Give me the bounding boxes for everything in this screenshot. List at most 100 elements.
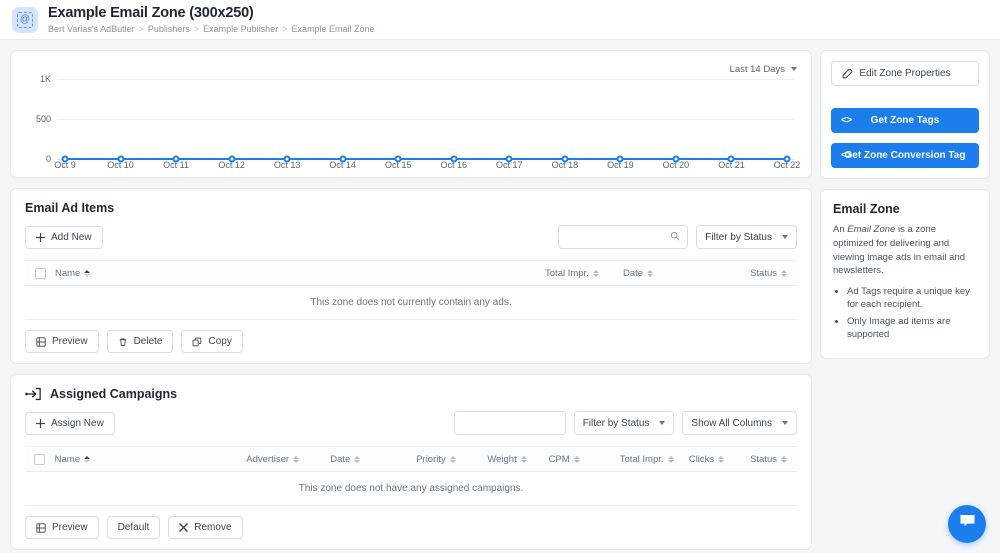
trash-icon [118,337,128,347]
chart-x-tick-label: Oct 11 [163,160,189,170]
campaigns-table-header: Name Advertiser Date Priority Weight CPM… [25,446,797,472]
default-campaign-button[interactable]: Default [106,516,161,539]
column-header-date[interactable]: Date [623,268,733,279]
chart-x-tick-label: Oct 22 [773,160,801,170]
column-header-advertiser-label: Advertiser [246,453,290,465]
zone-info-text: An Email Zone is a zone optimized for de… [833,223,977,278]
email-ad-items-section: Email Ad Items Add New Filter by Status … [10,188,812,364]
chart-gridline [57,119,795,120]
copy-ad-item-button[interactable]: Copy [181,330,243,353]
chart-x-tick-label: Oct 19 [607,160,634,170]
assigned-campaigns-title-label: Assigned Campaigns [50,387,178,401]
preview-ad-item-button[interactable]: Preview [25,330,99,353]
remove-campaign-button[interactable]: Remove [168,516,243,539]
get-zone-tags-button[interactable]: <> Get Zone Tags [831,108,979,133]
breadcrumb-separator: > [138,24,144,35]
ad-items-status-filter-label: Filter by Status [705,231,772,243]
column-header-name[interactable]: Name [55,268,545,279]
column-header-status-label: Status [750,453,778,465]
code-brackets-icon: <> [841,150,852,161]
ad-items-search-box[interactable] [558,225,689,249]
ad-items-status-filter[interactable]: Filter by Status [696,225,797,249]
assign-new-campaign-button[interactable]: Assign New [25,411,115,435]
sort-arrows-icon [781,269,787,277]
sort-arrows-icon [573,455,580,463]
column-header-name-label: Name [55,267,81,279]
sort-arrows-icon [781,455,788,463]
search-icon [670,228,680,246]
chart-x-tick-label: Oct 20 [662,160,690,170]
column-header-priority[interactable]: Priority [416,454,487,465]
page-body: Last 14 Days 0 500 1K Oct 9 Oct 10 Oct 11 Oct… [0,40,1000,553]
zone-info-bullets: Ad Tags require a unique key for each re… [847,285,977,341]
header-text-block: Example Email Zone (300x250) Bert Varias… [48,5,375,35]
column-header-total-impr-label: Total Impr. [619,453,664,465]
ad-items-search-input[interactable] [559,226,688,248]
sort-arrows-icon [354,455,361,463]
breadcrumb: Bert Varias's AdButler > Publishers > Ex… [48,24,375,34]
preview-ad-item-label: Preview [52,336,88,347]
remove-campaign-label: Remove [194,522,232,533]
campaigns-select-all-checkbox[interactable] [34,453,46,465]
zone-info-title: Email Zone [833,202,900,216]
preview-campaign-button[interactable]: Preview [25,516,99,539]
column-header-date-label: Date [623,267,644,279]
assign-arrow-icon [25,387,42,401]
chart-y-tick-label: 1K [39,74,51,84]
get-zone-conversion-tag-label: Get Zone Conversion Tag [844,150,966,161]
column-header-status-label: Status [750,267,777,279]
column-header-clicks[interactable]: Clicks [689,454,750,465]
breadcrumb-item-account[interactable]: Bert Varias's AdButler [48,24,135,34]
column-header-total-impr[interactable]: Total Impr. [545,268,623,279]
breadcrumb-item-publishers[interactable]: Publishers [148,24,190,34]
date-range-select[interactable]: Last 14 Days [728,61,799,77]
campaigns-status-filter[interactable]: Filter by Status [573,411,675,435]
column-header-status[interactable]: Status [750,454,797,465]
campaigns-search-box[interactable] [453,411,566,435]
chart-x-axis: Oct 9 Oct 10 Oct 11 Oct 12 Oct 13 Oct 14 Oct 1… [54,160,800,174]
get-zone-tags-label: Get Zone Tags [870,115,940,126]
chevron-down-icon [782,421,788,425]
add-new-ad-item-button[interactable]: Add New [25,225,103,249]
chat-bubble-icon [958,512,977,536]
column-header-name[interactable]: Name [55,454,247,465]
breadcrumb-separator: > [193,24,200,35]
chart-x-tick-label: Oct 15 [384,160,412,170]
chart-x-tick-label: Oct 16 [440,160,468,170]
chat-bubble-button[interactable] [948,505,986,543]
chart-gridline [57,79,795,80]
column-header-cpm[interactable]: CPM [549,454,620,465]
close-x-icon [179,523,189,532]
column-header-name-label: Name [54,453,80,465]
sort-arrows-icon [84,269,91,277]
column-header-status[interactable]: Status [733,268,797,279]
column-header-date[interactable]: Date [330,454,416,465]
campaigns-status-filter-label: Filter by Status [582,417,650,429]
delete-ad-item-button[interactable]: Delete [106,330,174,353]
column-header-weight-label: Weight [487,453,517,465]
chart-x-tick-label: Oct 12 [218,160,245,170]
get-zone-conversion-tag-button[interactable]: <> Get Zone Conversion Tag [831,143,979,168]
edit-zone-properties-button[interactable]: Edit Zone Properties [831,61,979,86]
ad-items-controls: Add New Filter by Status [25,225,797,249]
plus-icon [36,232,45,242]
column-header-advertiser[interactable]: Advertiser [246,454,330,465]
edit-pencil-icon [842,68,853,79]
sidebar-column: Edit Zone Properties <> Get Zone Tags <>… [820,50,990,543]
default-campaign-label: Default [117,522,150,533]
list-item: Ad Tags require a unique key for each re… [847,285,977,312]
campaigns-search-input[interactable] [454,412,565,434]
email-zone-icon-glyph: @ [17,11,33,28]
column-header-total-impr[interactable]: Total Impr. [620,454,689,465]
breadcrumb-item-publisher[interactable]: Example Publisher [203,24,278,34]
preview-icon [36,336,46,347]
campaigns-columns-filter[interactable]: Show All Columns [682,411,797,435]
column-header-weight[interactable]: Weight [487,454,548,465]
ad-items-select-all-checkbox[interactable] [34,267,46,279]
copy-icon [192,337,202,347]
campaigns-footer-buttons: Preview Default Remove [25,506,797,539]
page-title: Example Email Zone (300x250) [48,4,254,21]
chart-x-tick-label: Oct 21 [718,160,745,170]
chevron-down-icon [791,67,797,71]
assign-new-campaign-label: Assign New [51,417,104,429]
